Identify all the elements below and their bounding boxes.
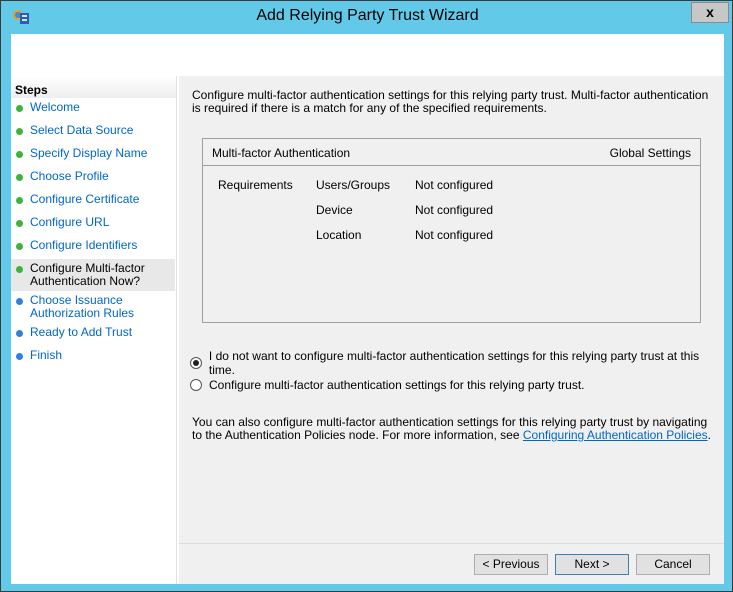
previous-button[interactable]: < Previous — [474, 554, 548, 575]
pending-dot-icon — [16, 330, 23, 337]
step-label: Select Data Source — [30, 123, 134, 137]
radio-do-not-configure[interactable]: I do not want to configure multi-factor … — [190, 349, 724, 377]
wizard-window: Add Relying Party Trust Wizard x Steps W… — [0, 0, 733, 592]
window-title: Add Relying Party Trust Wizard — [256, 7, 479, 24]
button-bar: < Previous Next > Cancel — [179, 543, 724, 584]
step-label: Configure Multi-factor Authentication No… — [30, 261, 145, 288]
req-name: Device — [316, 203, 353, 217]
step-item: Choose Profile — [11, 167, 176, 190]
step-item: Configure Certificate — [11, 190, 176, 213]
step-item: Choose Issuance Authorization Rules — [11, 291, 176, 323]
step-label: Choose Profile — [30, 169, 109, 183]
step-item: Specify Display Name — [11, 144, 176, 167]
step-item: Ready to Add Trust — [11, 323, 176, 346]
step-label: Choose Issuance Authorization Rules — [30, 293, 135, 320]
step-item: Configure Identifiers — [11, 236, 176, 259]
step-label: Configure Identifiers — [30, 238, 138, 252]
radio-selected-icon[interactable] — [190, 357, 202, 369]
req-value: Not configured — [415, 228, 494, 242]
complete-dot-icon — [16, 105, 23, 112]
box-global-settings: Global Settings — [609, 146, 691, 160]
content-panel: Configure multi-factor authentication se… — [179, 76, 724, 584]
complete-dot-icon — [16, 174, 23, 181]
complete-dot-icon — [16, 151, 23, 158]
radio-configure[interactable]: Configure multi-factor authentication se… — [190, 378, 585, 392]
req-name: Users/Groups — [316, 178, 391, 192]
next-button[interactable]: Next > — [555, 554, 629, 575]
step-label: Specify Display Name — [30, 146, 148, 160]
close-button[interactable]: x — [691, 2, 729, 23]
step-label: Ready to Add Trust — [30, 325, 133, 339]
mfa-summary-box: Multi-factor Authentication Global Settin… — [202, 138, 701, 323]
req-value: Not configured — [415, 203, 494, 217]
step-item: Configure Multi-factor Authentication No… — [11, 259, 175, 291]
req-value: Not configured — [415, 178, 494, 192]
info-note: You can also configure multi-factor auth… — [192, 416, 717, 442]
step-label: Configure URL — [30, 215, 110, 229]
complete-dot-icon — [16, 266, 23, 273]
step-item: Welcome — [11, 98, 176, 121]
configuring-auth-policies-link[interactable]: Configuring Authentication Policies — [523, 428, 708, 442]
step-item: Configure URL — [11, 213, 176, 236]
complete-dot-icon — [16, 128, 23, 135]
step-label: Welcome — [30, 100, 80, 114]
requirements-label: Requirements — [218, 178, 293, 192]
steps-heading: Steps — [11, 76, 176, 98]
cancel-button[interactable]: Cancel — [636, 554, 710, 575]
steps-panel: Steps Welcome Select Data Source Specify D… — [11, 76, 177, 584]
intro-text: Configure multi-factor authentication se… — [192, 88, 709, 115]
step-label: Configure Certificate — [30, 192, 140, 206]
step-label: Finish — [30, 348, 63, 362]
pending-dot-icon — [16, 298, 23, 305]
step-item: Select Data Source — [11, 121, 176, 144]
radio-label: I do not want to configure multi-factor … — [208, 349, 700, 377]
note-end: . — [707, 428, 711, 442]
radio-unselected-icon[interactable] — [190, 379, 202, 391]
radio-label: Configure multi-factor authentication se… — [209, 378, 585, 392]
box-title: Multi-factor Authentication — [212, 146, 351, 160]
step-item: Finish — [11, 346, 176, 369]
header-band — [11, 34, 724, 74]
wizard-body: Steps Welcome Select Data Source Specify D… — [11, 74, 724, 584]
req-name: Location — [316, 228, 362, 242]
complete-dot-icon — [16, 197, 23, 204]
complete-dot-icon — [16, 243, 23, 250]
pending-dot-icon — [16, 353, 23, 360]
complete-dot-icon — [16, 220, 23, 227]
